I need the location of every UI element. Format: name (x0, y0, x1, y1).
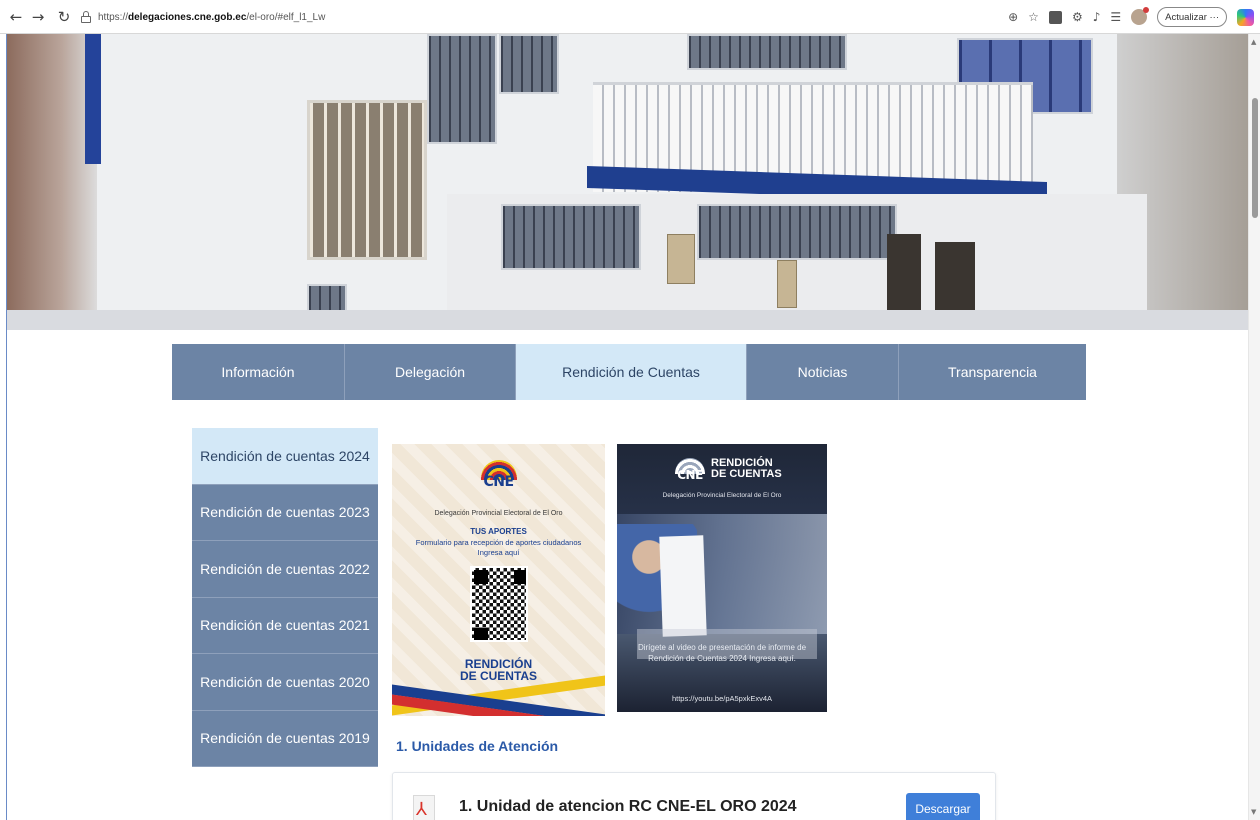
qr-code-icon[interactable] (470, 566, 528, 642)
favorite-star-icon[interactable]: ☆ (1028, 10, 1039, 24)
browser-toolbar: ← → ↻ https://delegaciones.cne.gob.ec/el… (0, 0, 1260, 34)
rendicion-logo: RENDICIÓN DE CUENTAS (459, 657, 538, 683)
profile-avatar[interactable] (1131, 7, 1150, 25)
video-delegation: Delegación Provincial Electoral de El Or… (662, 492, 782, 499)
nav-transparencia[interactable]: Transparencia (899, 344, 1086, 400)
sidebar-item-2019[interactable]: Rendición de cuentas 2019 (192, 710, 378, 767)
aportes-title: TUS APORTES (470, 527, 527, 536)
scroll-down-icon[interactable]: ▼ (1251, 808, 1256, 816)
video-caption: Dirígete al video de presentación de inf… (637, 643, 807, 663)
nav-noticias[interactable]: Noticias (747, 344, 899, 400)
cne-logo: CNE (475, 460, 523, 490)
reload-icon[interactable]: ↻ (54, 7, 74, 27)
aportes-banner[interactable]: CNE Delegación Provincial Electoral de E… (392, 444, 605, 716)
document-title: 1. Unidad de atencion RC CNE-EL ORO 2024 (459, 798, 797, 815)
favorites-icon[interactable]: ☰ (1110, 10, 1121, 24)
sidebar-item-2020[interactable]: Rendición de cuentas 2020 (192, 654, 378, 711)
nav-rendicion-de-cuentas[interactable]: Rendición de Cuentas (516, 344, 747, 400)
sidebar-item-2022[interactable]: Rendición de cuentas 2022 (192, 541, 378, 598)
video-url[interactable]: https://youtu.be/pA5pxkExv4A (617, 694, 827, 703)
sidebar-item-2024[interactable]: Rendición de cuentas 2024 (192, 428, 378, 485)
pdf-icon: ⅄ (413, 795, 435, 820)
section-title: 1. Unidades de Atención (396, 738, 559, 754)
cne-logo: CNE (671, 458, 713, 484)
back-arrow-icon[interactable]: ← (6, 7, 26, 27)
hero-building-photo (7, 34, 1248, 330)
nav-informacion[interactable]: Información (172, 344, 345, 400)
year-sidebar: Rendición de cuentas 2024 Rendición de c… (192, 428, 378, 767)
scroll-up-icon[interactable]: ▲ (1251, 38, 1256, 46)
read-aloud-icon[interactable]: ♪ (1093, 10, 1101, 24)
aportes-delegation: Delegación Provincial Electoral de El Or… (434, 510, 563, 517)
lock-icon[interactable] (80, 11, 92, 23)
video-banner[interactable]: CNE RENDICIÓN DE CUENTAS Delegación Prov… (617, 444, 827, 712)
url-text: https://delegaciones.cne.gob.ec/el-oro/#… (98, 11, 326, 23)
extensions-puzzle-icon[interactable]: ⚙ (1072, 10, 1083, 24)
download-button[interactable]: Descargar (906, 793, 980, 820)
aportes-cta: Ingresa aquí (477, 548, 520, 557)
sidebar-item-2023[interactable]: Rendición de cuentas 2023 (192, 484, 378, 541)
scroll-thumb[interactable] (1252, 98, 1258, 218)
update-button[interactable]: Actualizar ··· (1157, 7, 1227, 27)
copilot-icon[interactable] (1237, 8, 1254, 26)
nav-delegacion[interactable]: Delegación (345, 344, 516, 400)
document-row: ⅄ 1. Unidad de atencion RC CNE-EL ORO 20… (392, 772, 996, 820)
forward-arrow-icon[interactable]: → (28, 7, 48, 27)
sidebar-item-2021[interactable]: Rendición de cuentas 2021 (192, 597, 378, 654)
page-scrollbar[interactable]: ▲ ▼ (1248, 34, 1260, 820)
aportes-subtitle: Formulario para recepción de aportes ciu… (415, 538, 582, 547)
web-page: Información Delegación Rendición de Cuen… (6, 34, 1248, 820)
extension-icon[interactable] (1048, 10, 1062, 24)
browser-tools: ⊕ ☆ ⚙ ♪ ☰ Actualizar ··· (1008, 6, 1254, 28)
main-navigation: Información Delegación Rendición de Cuen… (172, 344, 1086, 400)
zoom-icon[interactable]: ⊕ (1008, 10, 1018, 24)
rendicion-heading: RENDICIÓN DE CUENTAS (711, 457, 782, 480)
address-bar[interactable]: https://delegaciones.cne.gob.ec/el-oro/#… (80, 8, 980, 26)
